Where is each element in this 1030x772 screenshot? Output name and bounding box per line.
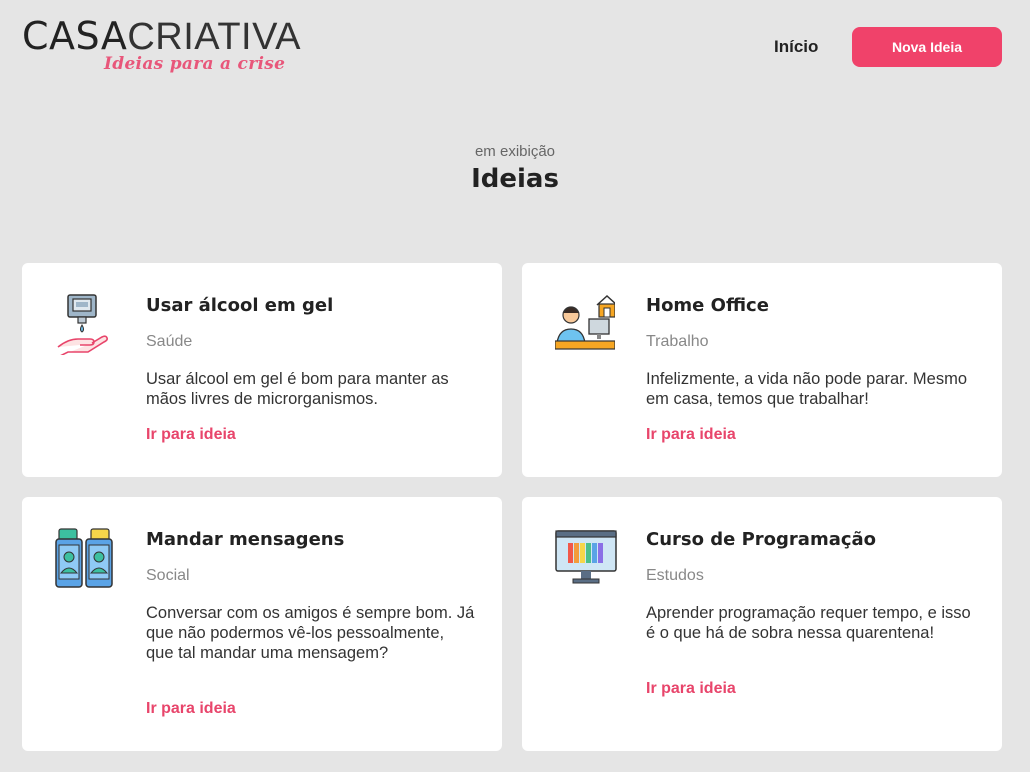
idea-description: Infelizmente, a vida não pode parar. Mes… [646, 370, 968, 408]
idea-title: Home Office [646, 295, 769, 316]
idea-link[interactable]: Ir para ideia [146, 700, 236, 718]
idea-card: Home Office Trabalho Infelizmente, a vid… [522, 263, 1002, 477]
logo-text-criativa: CRIATIVA [127, 16, 301, 58]
idea-category: Social [146, 567, 190, 584]
idea-title: Usar álcool em gel [146, 295, 334, 316]
hand-sanitizer-icon [55, 293, 111, 357]
logo-text: CASACRIATIVA [22, 14, 322, 59]
new-idea-button[interactable]: Nova Ideia [852, 27, 1002, 67]
idea-description: Conversar com os amigos é sempre bom. Já… [146, 604, 475, 662]
idea-description: Aprender programação requer tempo, e iss… [646, 604, 971, 642]
idea-card: Usar álcool em gel Saúde Usar álcool em … [22, 263, 502, 477]
home-office-icon [554, 293, 618, 355]
idea-link[interactable]: Ir para ideia [646, 680, 736, 698]
monitor-code-icon [555, 527, 617, 589]
idea-link[interactable]: Ir para ideia [646, 426, 736, 444]
idea-title: Mandar mensagens [146, 529, 345, 550]
idea-card: Mandar mensagens Social Conversar com os… [22, 497, 502, 751]
idea-category: Trabalho [646, 333, 709, 350]
section-header: em exibição Ideias [0, 143, 1030, 194]
phone-messages-icon [55, 527, 113, 589]
nav-home-link[interactable]: Início [774, 37, 818, 57]
idea-category: Estudos [646, 567, 704, 584]
logo[interactable]: CASACRIATIVA Ideias para a crise [22, 14, 322, 78]
section-title: Ideias [471, 164, 559, 194]
idea-category: Saúde [146, 333, 193, 350]
idea-card: Curso de Programação Estudos Aprender pr… [522, 497, 1002, 751]
idea-description: Usar álcool em gel é bom para manter as … [146, 370, 449, 408]
idea-title: Curso de Programação [646, 529, 877, 550]
idea-link[interactable]: Ir para ideia [146, 426, 236, 444]
section-subtitle: em exibição [474, 143, 556, 160]
logo-text-casa: CASA [22, 14, 128, 58]
site-header: CASACRIATIVA Ideias para a crise Início … [0, 0, 1030, 100]
logo-tagline: Ideias para a crise [104, 54, 286, 74]
